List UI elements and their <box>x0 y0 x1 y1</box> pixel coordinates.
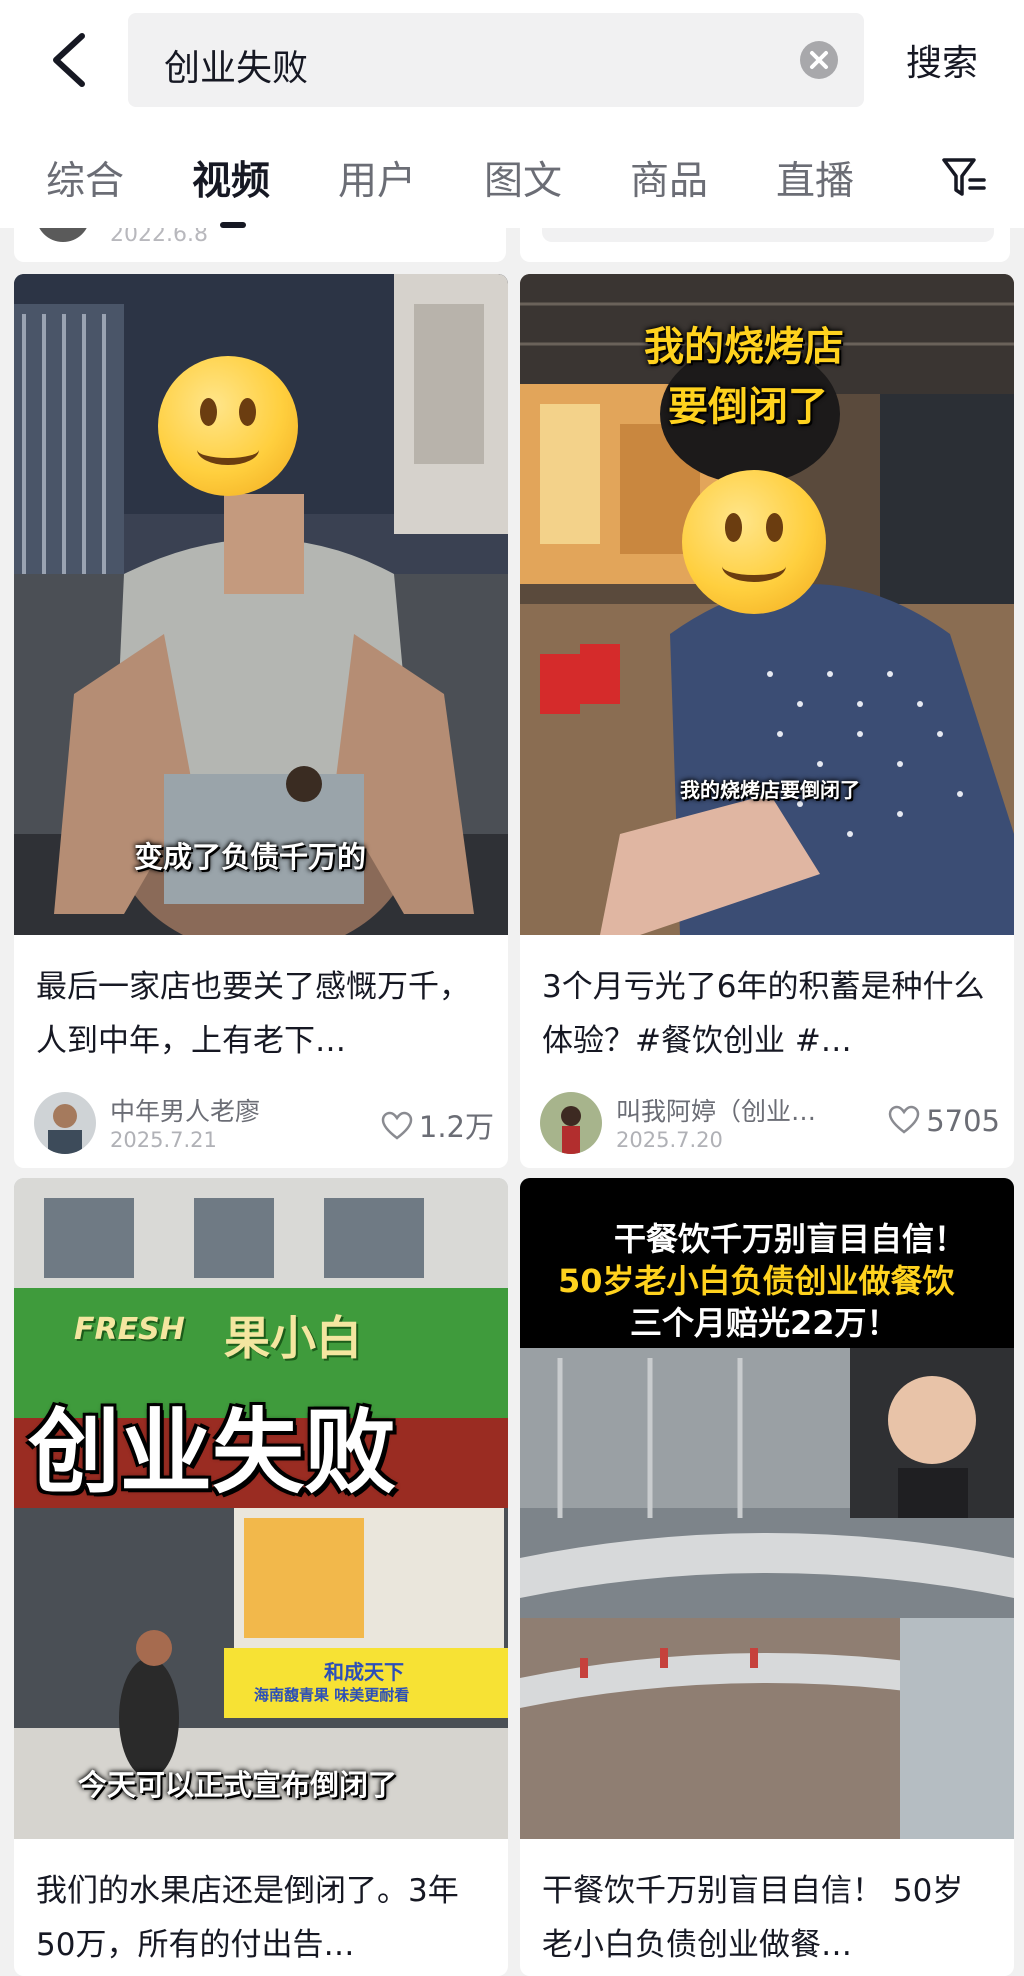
video-caption-top-line-2: 要倒闭了 <box>668 384 828 430</box>
post-date: 2025.7.21 <box>110 1128 217 1152</box>
previous-card-footer[interactable]: 2022.6.8 <box>14 202 506 262</box>
video-title[interactable]: 我们的水果店还是倒闭了。3年50万，所有的付出告… <box>36 1864 488 1972</box>
video-title[interactable]: 3个月亏光了6年的积蓄是种什么体验？#餐饮创业 #… <box>542 960 994 1068</box>
result-type-tabs: 综合 视频 用户 图文 商品 直播 <box>0 140 1024 228</box>
video-caption: 我的烧烤店要倒闭了 <box>680 778 860 802</box>
video-card[interactable]: 我的烧烤店 要倒闭了 我的烧烤店要倒闭了 3个月亏光了6年的积蓄是种什么体验？#… <box>520 274 1014 1168</box>
clear-icon <box>810 51 828 69</box>
search-button[interactable]: 搜索 <box>906 34 978 86</box>
previous-card-footer-right[interactable] <box>520 222 1010 262</box>
tab-video[interactable]: 视频 <box>192 150 270 206</box>
like-count: 1.2万 <box>418 1110 494 1144</box>
video-meta: 叫我阿婷（创业… 2025.7.20 5705 <box>540 1090 1000 1156</box>
headline-overlay: 创业失败 <box>28 1399 397 1506</box>
filter-button[interactable] <box>940 154 988 202</box>
video-caption: 今天可以正式宣布倒闭了 <box>78 1768 398 1802</box>
video-title[interactable]: 干餐饮千万别盲目自信！ 50岁老小白负债创业做餐… <box>542 1864 994 1972</box>
like-button[interactable]: 5705 <box>888 1104 1000 1138</box>
video-card[interactable]: 变成了负债千万的 最后一家店也要关了感慨万千，人到中年，上有老下… 中年男人老廖… <box>14 274 508 1168</box>
search-query: 创业失败 <box>164 48 309 89</box>
face-cover-emoji <box>158 356 298 496</box>
active-tab-indicator <box>220 222 246 228</box>
filter-icon <box>942 158 986 196</box>
clear-search-button[interactable] <box>800 41 838 79</box>
banner-line-2: 50岁老小白负债创业做餐饮 <box>558 1262 955 1300</box>
back-button[interactable] <box>40 22 100 98</box>
video-thumbnail[interactable]: 变成了负债千万的 <box>14 274 508 935</box>
face-cover-emoji <box>682 470 826 614</box>
author-name[interactable]: 叫我阿婷（创业… <box>616 1092 866 1128</box>
video-thumbnail[interactable]: 我的烧烤店 要倒闭了 我的烧烤店要倒闭了 <box>520 274 1014 935</box>
banner-line-3: 三个月赔光22万！ <box>630 1304 899 1342</box>
store-banner: 和成天下 <box>324 1660 404 1684</box>
banner-line-1: 干餐饮千万别盲目自信！ <box>614 1220 967 1258</box>
video-card[interactable]: 干餐饮千万别盲目自信！ 50岁老小白负债创业做餐饮 三个月赔光22万！ 干餐饮千… <box>520 1178 1014 1976</box>
video-thumbnail[interactable]: 干餐饮千万别盲目自信！ 50岁老小白负债创业做餐饮 三个月赔光22万！ <box>520 1178 1014 1839</box>
tab-image-text[interactable]: 图文 <box>484 150 562 206</box>
post-date: 2025.7.20 <box>616 1128 723 1152</box>
like-button[interactable]: 1.2万 <box>381 1104 494 1146</box>
author-name[interactable]: 中年男人老廖 <box>110 1092 360 1128</box>
video-meta: 中年男人老廖 2025.7.21 1.2万 <box>34 1090 494 1156</box>
like-count: 5705 <box>926 1104 1000 1138</box>
store-banner-2: 海南馥青果 味美更耐看 <box>254 1686 410 1704</box>
search-input[interactable]: 创业失败 <box>128 13 864 107</box>
video-thumbnail[interactable]: FRESH 果小白 创业失败 和成天下 海南馥青果 味美更耐看 今天可以正式宣布… <box>14 1178 508 1839</box>
tab-live[interactable]: 直播 <box>776 150 854 206</box>
top-bar: 创业失败 搜索 综合 视频 用户 图文 商品 直播 <box>0 0 1024 228</box>
video-title[interactable]: 最后一家店也要关了感慨万千，人到中年，上有老下… <box>36 960 488 1068</box>
tab-all[interactable]: 综合 <box>46 150 124 206</box>
video-card[interactable]: FRESH 果小白 创业失败 和成天下 海南馥青果 味美更耐看 今天可以正式宣布… <box>14 1178 508 1976</box>
store-sign-name: 果小白 <box>224 1311 362 1365</box>
tab-users[interactable]: 用户 <box>338 150 416 206</box>
video-caption: 变成了负债千万的 <box>134 840 367 874</box>
author-avatar[interactable] <box>540 1092 602 1154</box>
heart-icon <box>888 1105 920 1134</box>
tab-products[interactable]: 商品 <box>630 150 708 206</box>
author-avatar[interactable] <box>34 1092 96 1154</box>
back-arrow-icon <box>53 33 85 87</box>
video-caption-top-line-1: 我的烧烤店 <box>644 324 844 370</box>
heart-icon <box>381 1111 413 1140</box>
store-sign-brand: FRESH <box>74 1312 185 1347</box>
